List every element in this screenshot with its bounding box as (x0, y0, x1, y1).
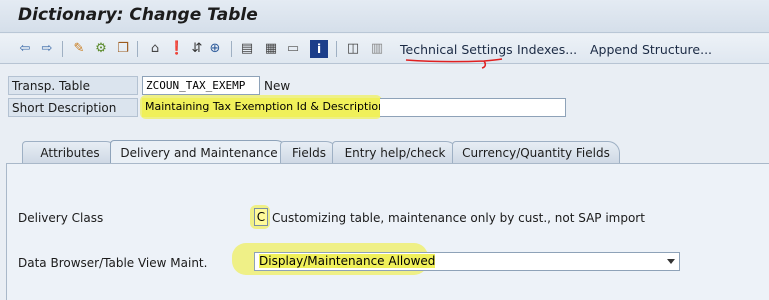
navigate-icon[interactable]: ⇵ (188, 40, 206, 58)
info-icon[interactable]: i (310, 40, 328, 58)
tab-currency-quantity-fields[interactable]: Currency/Quantity Fields (452, 141, 620, 163)
technical-settings-button[interactable]: Technical Settings (400, 42, 513, 57)
layout-icon[interactable]: ◫ (344, 40, 362, 58)
window-title: Dictionary: Change Table (18, 5, 258, 25)
short-description-label: Short Description (12, 101, 117, 115)
indexes-button[interactable]: Indexes... (517, 42, 577, 57)
chevron-down-icon[interactable] (667, 259, 675, 264)
delivery-class-field[interactable]: C (254, 208, 268, 226)
forward-arrow-icon[interactable]: ⇨ (38, 40, 56, 58)
back-arrow-icon[interactable]: ⇦ (16, 40, 34, 58)
red-underline-annotation (405, 58, 503, 69)
short-description-value: Maintaining Tax Exemption Id & Descripti… (142, 98, 380, 117)
where-used-icon[interactable]: ❗ (168, 40, 186, 58)
transp-table-label: Transp. Table (12, 79, 90, 93)
edit-pencil-icon[interactable]: ✎ (70, 40, 88, 58)
hierarchy-icon[interactable]: ⌂ (146, 40, 164, 58)
other-object-icon[interactable]: ❐ (114, 40, 132, 58)
list-icon[interactable]: ▭ (284, 40, 302, 58)
tab-fields[interactable]: Fields (280, 141, 338, 163)
application-toolbar: ⇦ ⇨ ✎ ⚙ ❐ ⌂ ❗ ⇵ ⊕ ▤ ▦ ▭ i ◫ ▥ Technical … (0, 34, 769, 64)
delivery-class-label: Delivery Class (18, 211, 104, 225)
tab-attributes[interactable]: Attributes (22, 141, 118, 163)
tab-panel (6, 163, 769, 300)
delivery-class-description: Customizing table, maintenance only by c… (272, 211, 645, 225)
data-browser-value: Display/Maintenance Allowed (259, 254, 436, 268)
tabstrip: Attributes Delivery and Maintenance Fiel… (12, 140, 752, 164)
data-browser-dropdown[interactable]: Display/Maintenance Allowed (254, 252, 680, 271)
data-browser-label: Data Browser/Table View Maint. (18, 256, 208, 270)
transp-table-field[interactable]: ZCOUN_TAX_EXEMP (142, 76, 260, 95)
display-change-icon[interactable]: ⚙ (92, 40, 110, 58)
tab-entry-help-check[interactable]: Entry help/check (332, 141, 458, 163)
grid-icon[interactable]: ▥ (368, 40, 386, 58)
title-bar: Dictionary: Change Table (0, 0, 769, 33)
append-structure-button[interactable]: Append Structure... (590, 42, 712, 57)
table-icon[interactable]: ▦ (262, 40, 280, 58)
tab-delivery-and-maintenance[interactable]: Delivery and Maintenance (110, 140, 288, 164)
window-icon[interactable]: ▤ (238, 40, 256, 58)
status-text: New (264, 79, 291, 93)
object-list-icon[interactable]: ⊕ (206, 40, 224, 58)
